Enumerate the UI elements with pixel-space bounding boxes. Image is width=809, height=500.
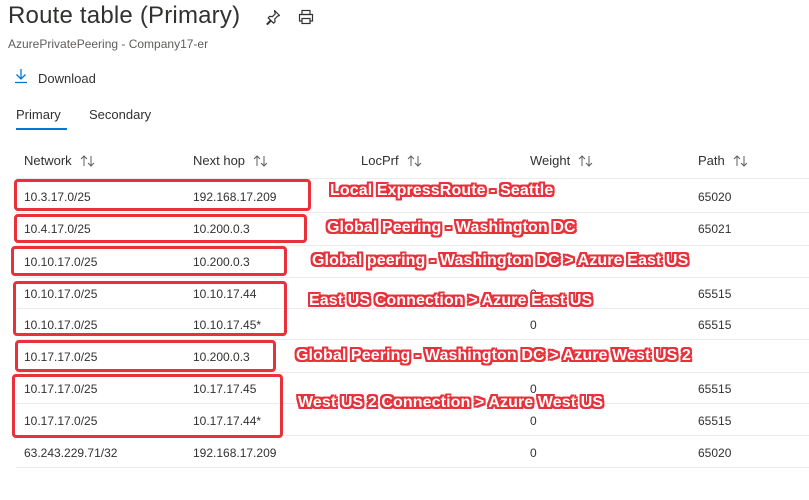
column-header-network[interactable]: Network [24,153,96,168]
annotation-label: Global Peering - Washington DC [327,219,576,236]
column-header-path[interactable]: Path [698,153,749,168]
cell-weight: 0 [530,414,537,428]
annotation-label: West US 2 Connection > Azure West US [298,394,604,411]
highlight-box [15,340,276,372]
highlight-box [14,214,307,243]
sort-icon [253,154,268,167]
sort-icon [733,154,748,167]
row-divider [16,212,809,213]
pin-icon[interactable] [264,8,282,26]
download-icon [14,68,28,89]
tab-selected-indicator [16,128,67,130]
cell-weight: 0 [530,318,537,332]
row-divider [16,277,809,278]
tab-secondary[interactable]: Secondary [89,107,151,122]
row-divider [16,372,809,373]
cell-path: 65515 [698,287,732,301]
cell-path: 65515 [698,318,732,332]
tab-primary[interactable]: Primary [16,107,61,122]
page-subtitle: AzurePrivatePeering - Company17-er [8,37,209,51]
cell-path: 65021 [698,222,732,236]
cell-network: 63.243.229.71/32 [24,446,118,460]
page-title: Route table (Primary) [8,2,241,29]
column-header-weight[interactable]: Weight [530,153,594,168]
cell-path: 65515 [698,414,732,428]
annotation-label: East US Connection > Azure East US [309,292,593,309]
highlight-box [11,246,287,276]
highlight-box [12,374,283,438]
row-divider [16,467,809,468]
cell-weight: 0 [530,446,537,460]
column-header-locprf[interactable]: LocPrf [361,153,423,168]
sort-icon [578,154,593,167]
cell-path: 65515 [698,382,732,396]
sort-icon [80,154,95,167]
annotation-label: Local ExpressRoute - Seattle [330,182,554,199]
cell-path: 65020 [698,446,732,460]
annotation-label: Global peering - Washington DC > Azure E… [312,252,689,269]
highlight-box [14,179,311,211]
highlight-box [13,281,287,336]
annotation-label: Global Peering - Washington DC > Azure W… [296,347,691,364]
print-icon[interactable] [297,8,315,26]
download-label: Download [38,70,96,86]
cell-next-hop: 192.168.17.209 [193,446,277,460]
download-button[interactable]: Download [14,67,96,89]
cell-path: 65020 [698,190,732,204]
sort-icon [407,154,421,167]
column-header-next-hop[interactable]: Next hop [193,153,269,168]
